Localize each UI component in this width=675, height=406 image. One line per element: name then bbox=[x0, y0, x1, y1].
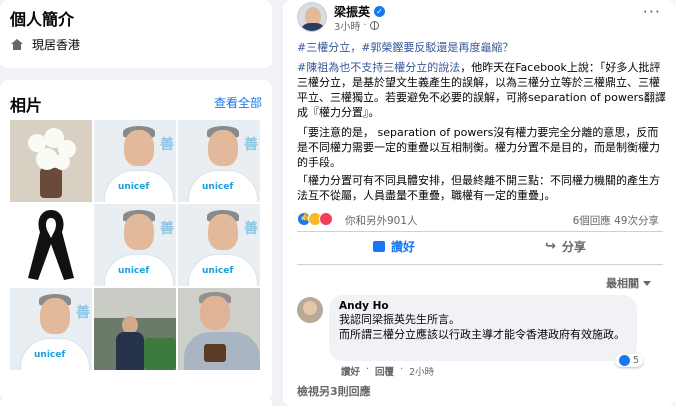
see-all-photos-link[interactable]: 查看全部 bbox=[214, 94, 262, 111]
black-ribbon-icon bbox=[28, 210, 74, 280]
comments-count[interactable]: 6個回應 bbox=[573, 215, 611, 227]
photo-thumbnail[interactable]: 善 unicef bbox=[94, 204, 176, 286]
photo-thumbnail[interactable] bbox=[94, 288, 176, 370]
photo-thumbnail[interactable]: 善 unicef bbox=[10, 288, 92, 370]
reaction-emojis[interactable] bbox=[297, 212, 333, 226]
post-hashtags[interactable]: #三權分立，#郭榮鏗要反駁還是再度龜縮？ bbox=[297, 40, 667, 55]
comment-bubble: Andy Ho 我認同梁振英先生所言。 而所謂三權分立應該以行政主導才能令香港政… bbox=[329, 295, 643, 367]
love-reaction-icon bbox=[319, 212, 333, 226]
share-button[interactable]: ↪ 分享 bbox=[545, 238, 586, 255]
post-paragraph-3: 「權力分置可有不同具體安排，但最終離不開三點：不同權力機關的產生方法互不從屬，人… bbox=[297, 174, 660, 202]
photo-thumbnail[interactable]: 善 unicef bbox=[178, 204, 260, 286]
post-paragraph-1: #陳祖為也不支持三權分立的說法，他昨天在Facebook上說：「好多人批評三權分… bbox=[297, 60, 667, 120]
photo-thumbnail[interactable] bbox=[10, 120, 92, 202]
post-hashtag-link[interactable]: #陳祖為也不支持三權分立的說法 bbox=[297, 61, 460, 74]
chevron-down-icon bbox=[643, 280, 651, 286]
thumbs-up-icon bbox=[373, 241, 385, 252]
post-time[interactable]: 3小時 bbox=[334, 18, 360, 33]
commenter-avatar[interactable] bbox=[297, 297, 323, 323]
more-options-icon[interactable]: ··· bbox=[643, 2, 661, 21]
photos-card: 相片 查看全部 善 unicef 善 unicef 善 unicef 善 unicef bbox=[0, 80, 272, 400]
reactions-text[interactable]: 你和另外901人 bbox=[345, 213, 418, 228]
shares-count[interactable]: 49次分享 bbox=[614, 215, 659, 227]
sort-label: 最相關 bbox=[606, 277, 639, 290]
comment-line-1: 我認同梁振英先生所言。 bbox=[339, 313, 460, 326]
location-text: 現居香港 bbox=[32, 38, 81, 52]
post-paragraph-2: 「要注意的是， separation of powers沒有權力要完全分離的意思… bbox=[297, 126, 660, 169]
comment-actions: 讚好 · 回覆 · 2小時 bbox=[341, 364, 435, 378]
post-meta: 3小時 · bbox=[334, 18, 379, 33]
intro-card: 個人簡介 現居香港 bbox=[0, 0, 272, 68]
like-label: 讚好 bbox=[391, 240, 416, 254]
comment-like-button[interactable]: 讚好 bbox=[341, 364, 360, 378]
photo-thumbnail[interactable] bbox=[10, 204, 92, 286]
reactions-row: 你和另外901人 6個回應 49次分享 bbox=[297, 211, 663, 227]
verified-badge-icon: ✓ bbox=[374, 6, 386, 17]
like-reaction-icon bbox=[618, 355, 630, 366]
globe-icon bbox=[369, 21, 379, 30]
comment-reaction-count[interactable]: 5 bbox=[614, 354, 643, 367]
like-button[interactable]: 讚好 bbox=[373, 238, 415, 255]
location-row: 現居香港 bbox=[10, 36, 80, 53]
comment-reply-button[interactable]: 回覆 bbox=[375, 364, 394, 378]
share-arrow-icon: ↪ bbox=[545, 239, 556, 254]
commenter-name[interactable]: Andy Ho bbox=[339, 300, 627, 312]
photo-thumbnail[interactable]: 善 unicef bbox=[94, 120, 176, 202]
author-avatar[interactable] bbox=[297, 2, 327, 32]
photos-title: 相片 bbox=[10, 96, 43, 115]
divider bbox=[297, 231, 663, 232]
comment-sort-dropdown[interactable]: 最相關 bbox=[606, 275, 651, 291]
home-icon bbox=[10, 38, 24, 51]
post-card: 梁振英 ✓ 3小時 · ··· #三權分立，#郭榮鏗要反駁還是再度龜縮？ #陳祖… bbox=[283, 0, 675, 406]
view-more-comments-link[interactable]: 檢視另3則回應 bbox=[297, 383, 371, 399]
share-label: 分享 bbox=[561, 240, 586, 254]
comment-time[interactable]: 2小時 bbox=[409, 364, 434, 378]
next-card bbox=[0, 396, 272, 406]
intro-title: 個人簡介 bbox=[10, 10, 75, 29]
photo-grid: 善 unicef 善 unicef 善 unicef 善 unicef 善 unicef bbox=[10, 120, 260, 370]
photo-thumbnail[interactable]: 善 unicef bbox=[178, 120, 260, 202]
divider bbox=[297, 264, 663, 265]
comment-line-2: 而所謂三權分立應該以行政主導才能令香港政府有效施政。 bbox=[339, 328, 625, 341]
post-counts: 6個回應 49次分享 bbox=[573, 213, 659, 228]
photo-thumbnail[interactable] bbox=[178, 288, 260, 370]
